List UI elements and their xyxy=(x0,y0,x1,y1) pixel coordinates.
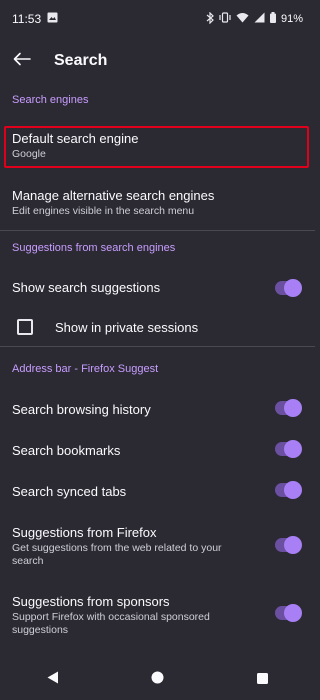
toggle-knob xyxy=(284,440,302,458)
toggle-knob xyxy=(284,279,302,297)
section-header-address-bar: Address bar - Firefox Suggest xyxy=(12,363,159,375)
system-navigation-bar xyxy=(0,660,315,700)
battery-level: 91% xyxy=(280,13,303,25)
status-bar: 11:53 91% xyxy=(0,0,315,38)
search-synced-tabs-row[interactable]: Search synced tabs xyxy=(0,484,315,504)
suggestions-from-sponsors-subtitle: Support Firefox with occasional sponsore… xyxy=(12,611,210,636)
page-title: Search xyxy=(54,52,108,69)
nav-recents-button[interactable] xyxy=(243,660,283,700)
divider xyxy=(0,346,315,347)
signal-icon xyxy=(254,12,265,26)
circle-home-icon xyxy=(151,671,164,689)
section-header-search-engines: Search engines xyxy=(12,94,89,106)
bluetooth-icon xyxy=(206,11,214,27)
show-search-suggestions-row[interactable]: Show search suggestions xyxy=(0,280,315,300)
search-browsing-history-row[interactable]: Search browsing history xyxy=(0,402,315,422)
show-search-suggestions-label: Show search suggestions xyxy=(12,280,161,295)
app-bar: Search xyxy=(0,38,315,84)
toggle-knob xyxy=(284,481,302,499)
suggestions-from-sponsors-title: Suggestions from sponsors xyxy=(12,594,170,609)
manage-search-engines-subtitle: Edit engines visible in the search menu xyxy=(12,205,195,217)
search-bookmarks-row[interactable]: Search bookmarks xyxy=(0,443,315,463)
suggestions-from-firefox-row[interactable]: Suggestions from Firefox Get suggestions… xyxy=(0,525,315,567)
triangle-back-icon xyxy=(47,671,59,689)
manage-search-engines-row[interactable]: Manage alternative search engines Edit e… xyxy=(0,188,315,222)
nav-back-button[interactable] xyxy=(33,660,73,700)
toggle-knob xyxy=(284,399,302,417)
back-button[interactable] xyxy=(0,39,44,83)
search-synced-tabs-toggle[interactable] xyxy=(275,481,302,499)
show-in-private-sessions-label: Show in private sessions xyxy=(55,320,199,335)
search-browsing-history-toggle[interactable] xyxy=(275,399,302,417)
square-recents-icon xyxy=(257,671,268,689)
section-header-suggestions: Suggestions from search engines xyxy=(12,242,176,254)
show-search-suggestions-toggle[interactable] xyxy=(275,279,302,297)
status-time: 11:53 xyxy=(12,12,42,26)
search-browsing-history-label: Search browsing history xyxy=(12,402,151,417)
suggestions-from-firefox-subtitle: Get suggestions from the web related to … xyxy=(12,542,222,567)
suggestions-from-firefox-title: Suggestions from Firefox xyxy=(12,525,157,540)
divider xyxy=(0,230,315,231)
vibrate-icon xyxy=(219,12,231,26)
search-bookmarks-toggle[interactable] xyxy=(275,440,302,458)
search-synced-tabs-label: Search synced tabs xyxy=(12,484,127,499)
suggestions-from-sponsors-row[interactable]: Suggestions from sponsors Support Firefo… xyxy=(0,594,315,636)
battery-icon xyxy=(269,12,276,26)
toggle-knob xyxy=(284,536,302,554)
arrow-left-icon xyxy=(13,52,31,71)
show-in-private-sessions-row[interactable]: Show in private sessions xyxy=(0,320,315,340)
suggestions-from-sponsors-toggle[interactable] xyxy=(275,604,302,622)
toggle-knob xyxy=(284,604,302,622)
wifi-icon xyxy=(236,12,249,26)
nav-home-button[interactable] xyxy=(138,660,178,700)
search-bookmarks-label: Search bookmarks xyxy=(12,443,121,458)
photo-notification-icon xyxy=(47,12,58,26)
manage-search-engines-title: Manage alternative search engines xyxy=(12,188,215,203)
highlight-box xyxy=(4,126,309,168)
suggestions-from-firefox-toggle[interactable] xyxy=(275,536,302,554)
